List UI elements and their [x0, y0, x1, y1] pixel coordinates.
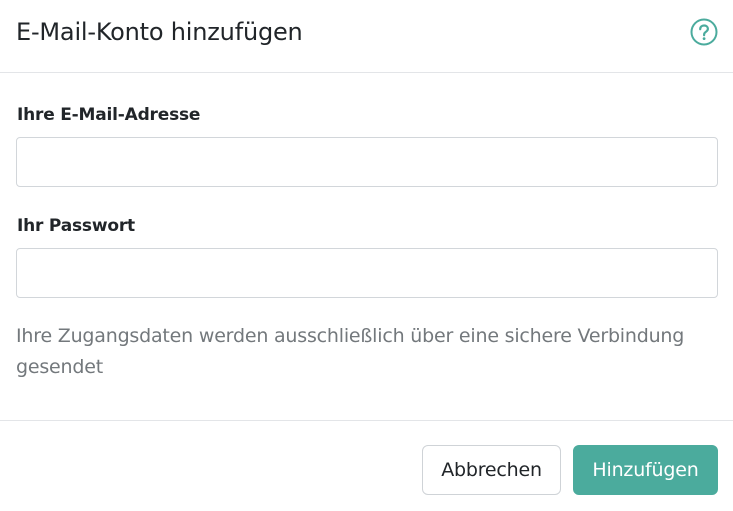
dialog-title: E-Mail-Konto hinzufügen	[16, 18, 303, 46]
add-button[interactable]: Hinzufügen	[573, 445, 718, 495]
email-label: Ihre E-Mail-Adresse	[17, 105, 201, 125]
cancel-button[interactable]: Abbrechen	[422, 445, 561, 495]
add-email-account-dialog: E-Mail-Konto hinzufügen Ihre E-Mail-Adre…	[0, 0, 733, 511]
help-icon[interactable]	[690, 18, 718, 46]
password-label: Ihr Passwort	[17, 216, 135, 236]
email-input[interactable]	[16, 137, 718, 187]
password-input[interactable]	[16, 248, 718, 298]
dialog-footer: Abbrechen Hinzufügen	[0, 420, 733, 511]
dialog-body: Ihre E-Mail-Adresse Ihr Passwort Ihre Zu…	[0, 73, 733, 420]
security-note: Ihre Zugangsdaten werden ausschließlich …	[16, 325, 685, 378]
dialog-header: E-Mail-Konto hinzufügen	[0, 0, 733, 73]
question-circle-icon	[690, 18, 718, 46]
